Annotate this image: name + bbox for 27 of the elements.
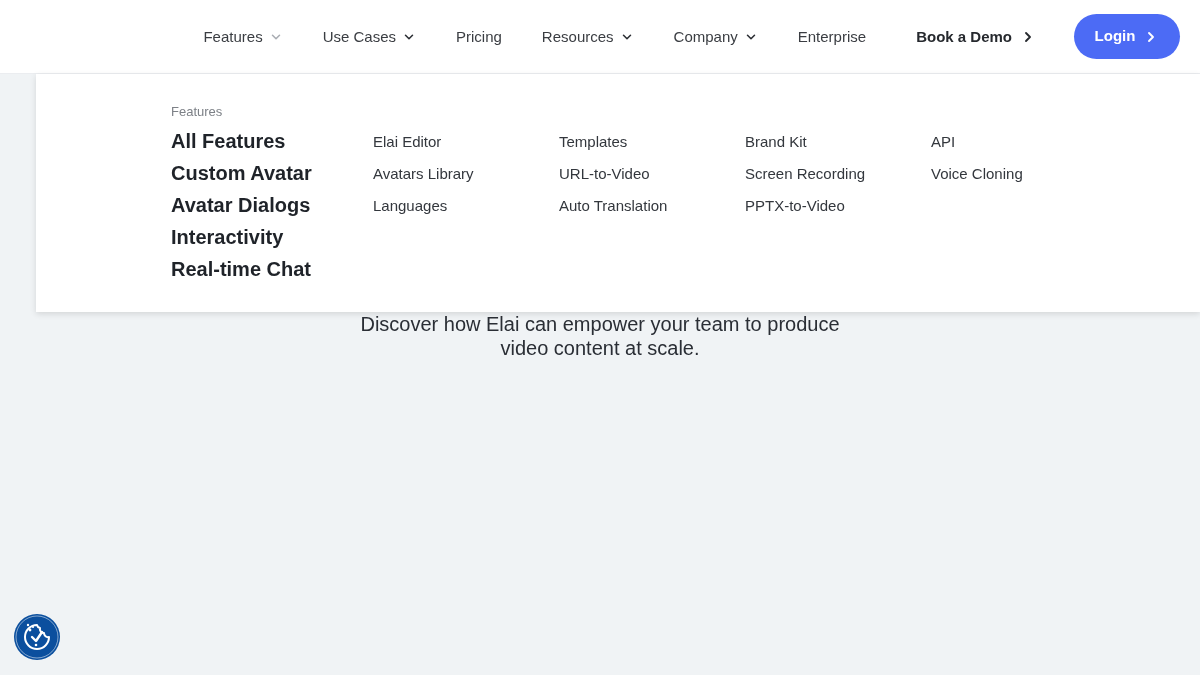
menu-link[interactable]: URL-to-Video [559, 158, 650, 190]
nav-dropdown[interactable]: Use Cases [322, 26, 416, 47]
hero-subtitle: Discover how Elai can empower your team to produce video content at scale. [359, 312, 841, 360]
menu-link[interactable]: API [931, 126, 956, 158]
menu-link[interactable]: PPTX-to-Video [745, 190, 845, 222]
menu-link[interactable]: Voice Cloning [931, 158, 1023, 190]
nav-dropdown[interactable]: Features [203, 26, 283, 47]
menu-link[interactable]: Avatars Library [373, 158, 474, 190]
nav-dropdown[interactable]: Resources [541, 26, 634, 47]
login-button[interactable]: Login [1074, 14, 1180, 59]
menu-link[interactable]: Auto Translation [559, 190, 668, 222]
menu-link[interactable]: Languages [373, 190, 448, 222]
menu-link[interactable]: Templates [559, 126, 628, 158]
menu-link[interactable]: Real-time Chat [171, 253, 312, 285]
menu-link[interactable]: Custom Avatar [171, 157, 312, 189]
menu-link[interactable]: Brand Kit [745, 126, 807, 158]
nav-link[interactable]: Pricing [456, 26, 502, 47]
menu-link[interactable]: All Features [171, 125, 286, 157]
book-demo-link[interactable]: Book a Demo [916, 26, 1036, 47]
menu-link[interactable]: Avatar Dialogs [171, 189, 311, 221]
nav-link[interactable]: Enterprise [797, 26, 867, 47]
menu-link[interactable]: Interactivity [171, 221, 284, 253]
nav-dropdown[interactable]: Company [673, 26, 758, 47]
cookie-check-icon[interactable] [14, 614, 60, 660]
menu-link[interactable]: Screen Recording [745, 158, 866, 190]
menu-heading: Features [171, 104, 223, 120]
menu-link[interactable]: Elai Editor [373, 126, 442, 158]
